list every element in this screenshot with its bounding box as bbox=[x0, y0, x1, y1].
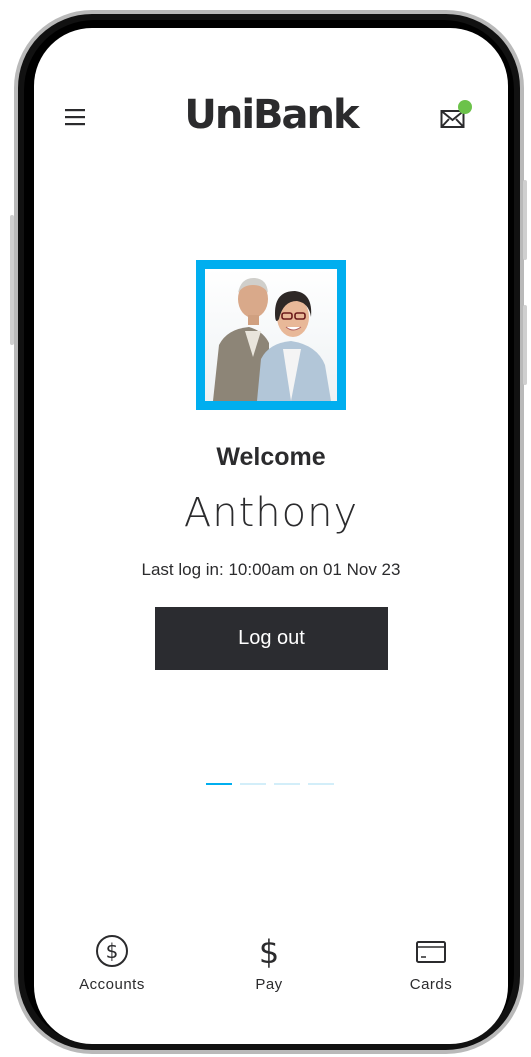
user-name: Anthony bbox=[183, 490, 359, 536]
credit-card-icon bbox=[416, 941, 446, 963]
nav-accounts-label: Accounts bbox=[79, 976, 145, 993]
nav-cards[interactable]: Cards bbox=[371, 928, 491, 998]
logout-button[interactable]: Log out bbox=[155, 607, 388, 670]
app-header: UniBank bbox=[34, 88, 508, 148]
pager-dot-4[interactable] bbox=[308, 783, 334, 785]
side-button-right-bottom bbox=[523, 305, 527, 385]
avatar-people-illustration bbox=[213, 277, 331, 401]
nav-pay-label: Pay bbox=[255, 976, 283, 993]
pager-dot-2[interactable] bbox=[240, 783, 266, 785]
mail-icon[interactable] bbox=[438, 100, 474, 132]
side-button-right-top bbox=[523, 180, 527, 260]
nav-accounts[interactable]: $ Accounts bbox=[52, 928, 172, 998]
dollar-sign-icon: $ bbox=[259, 933, 279, 969]
svg-text:$: $ bbox=[259, 933, 279, 969]
nav-cards-label: Cards bbox=[409, 976, 453, 993]
unibank-logo: UniBank bbox=[184, 92, 359, 138]
pager-dot-1[interactable] bbox=[206, 783, 232, 785]
app-screen: UniBank Welcome Anthony Last log in: 10:… bbox=[34, 28, 508, 1044]
user-avatar bbox=[196, 260, 346, 410]
svg-text:$: $ bbox=[106, 939, 119, 963]
notification-dot bbox=[458, 100, 472, 114]
bottom-navigation: $ Accounts $ Pay Cards bbox=[34, 928, 508, 1008]
pager-dot-3[interactable] bbox=[274, 783, 300, 785]
last-login-text: Last log in: 10:00am on 01 Nov 23 bbox=[141, 560, 401, 579]
side-button-left bbox=[10, 215, 14, 345]
nav-pay[interactable]: $ Pay bbox=[209, 928, 329, 998]
avatar-photo bbox=[205, 269, 337, 401]
dollar-circle-icon: $ bbox=[96, 935, 128, 967]
page-indicator bbox=[206, 783, 336, 787]
welcome-heading: Welcome bbox=[216, 443, 326, 471]
